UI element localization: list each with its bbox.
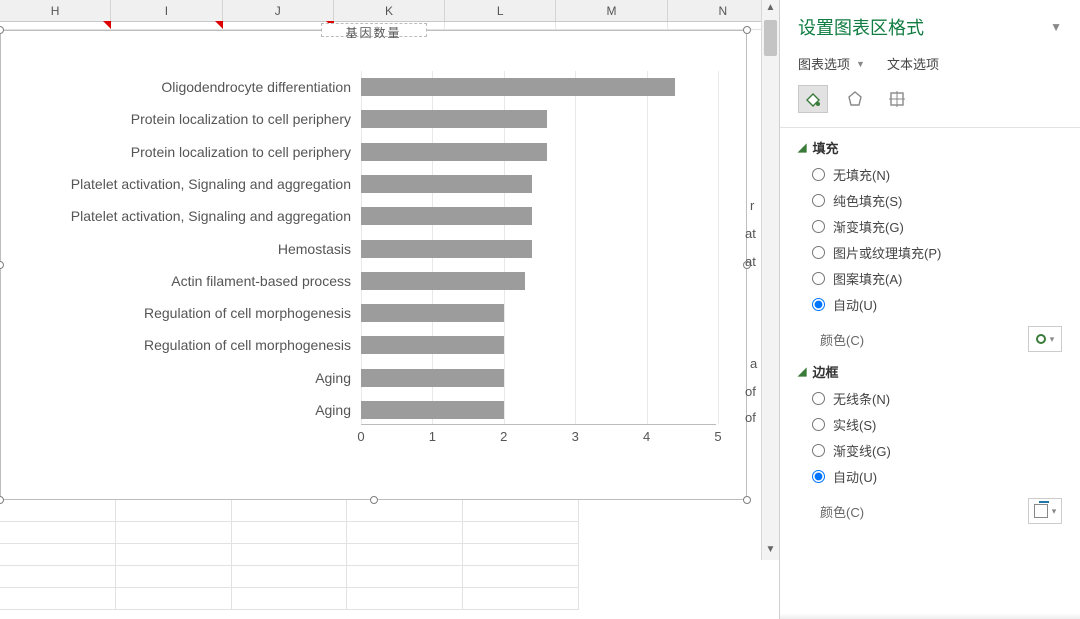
size-properties-tab-icon[interactable] [882, 85, 912, 113]
scroll-down-button[interactable]: ▼ [762, 542, 779, 560]
bar[interactable] [361, 175, 532, 193]
vertical-scrollbar[interactable]: ▲ ▼ [761, 0, 779, 560]
category-label: Hemostasis [17, 241, 357, 257]
border-options: 无线条(N) 实线(S) 渐变线(G) 自动(U) [812, 389, 1062, 486]
fill-options: 无填充(N) 纯色填充(S) 渐变填充(G) 图片或纹理填充(P) 图案填充(A… [812, 165, 1062, 314]
border-color-picker[interactable]: ▾ [1028, 498, 1062, 524]
section-label: 边框 [812, 362, 838, 381]
cell-text: a [750, 356, 757, 371]
fill-color-picker[interactable]: ▾ [1028, 326, 1062, 352]
category-label: Platelet activation, Signaling and aggre… [17, 176, 357, 192]
border-auto-radio[interactable]: 自动(U) [812, 467, 1062, 486]
tab-text-options[interactable]: 文本选项 [887, 54, 939, 73]
scroll-thumb[interactable] [764, 20, 777, 56]
resize-handle[interactable] [743, 26, 751, 34]
format-chart-area-pane: 设置图表区格式 ▼ 图表选项 ▼ 文本选项 ◢ [780, 0, 1080, 619]
column-header[interactable]: J [223, 0, 334, 21]
x-axis[interactable]: 012345 [361, 424, 716, 449]
fill-pattern-radio[interactable]: 图案填充(A) [812, 269, 1062, 288]
cell-text: r [750, 198, 754, 213]
category-label: Protein localization to cell periphery [17, 111, 357, 127]
tab-label: 文本选项 [887, 54, 939, 73]
border-color-label: 颜色(C) [820, 502, 864, 521]
chart-title[interactable]: 基因数量 [320, 23, 426, 37]
category-label: Aging [17, 402, 357, 418]
bar[interactable] [361, 110, 547, 128]
effects-tab-icon[interactable] [840, 85, 870, 113]
cell-text: at [745, 254, 756, 269]
section-label: 填充 [812, 138, 838, 157]
collapse-icon: ◢ [798, 141, 806, 154]
category-label: Actin filament-based process [17, 273, 357, 289]
column-header[interactable]: K [334, 0, 445, 21]
tab-label: 图表选项 [798, 54, 850, 73]
resize-handle[interactable] [0, 261, 4, 269]
cell-text: of [745, 410, 756, 425]
cell-text: at [745, 226, 756, 241]
category-label: Platelet activation, Signaling and aggre… [17, 208, 357, 224]
x-tick-label: 1 [429, 429, 436, 444]
category-label: Oligodendrocyte differentiation [17, 79, 357, 95]
resize-handle[interactable] [743, 496, 751, 504]
x-tick-label: 0 [357, 429, 364, 444]
fill-color-label: 颜色(C) [820, 330, 864, 349]
category-label: Aging [17, 370, 357, 386]
x-tick-label: 5 [714, 429, 721, 444]
bar[interactable] [361, 143, 547, 161]
bar[interactable] [361, 336, 504, 354]
pane-menu-button[interactable]: ▼ [1050, 20, 1062, 34]
fill-solid-radio[interactable]: 纯色填充(S) [812, 191, 1062, 210]
category-label: Regulation of cell morphogenesis [17, 337, 357, 353]
resize-handle[interactable] [0, 26, 4, 34]
border-gradient-radio[interactable]: 渐变线(G) [812, 441, 1062, 460]
tab-chart-options[interactable]: 图表选项 ▼ [798, 54, 865, 73]
pane-title: 设置图表区格式 [798, 14, 924, 40]
fill-picture-radio[interactable]: 图片或纹理填充(P) [812, 243, 1062, 262]
x-tick-label: 2 [500, 429, 507, 444]
column-header[interactable]: L [445, 0, 556, 21]
fill-section-header[interactable]: ◢ 填充 [798, 138, 1062, 157]
chart-plot-area[interactable]: 0 1 2 3 4 5 Oligodendrocyte differentiation Pr… [11, 71, 726, 449]
bar[interactable] [361, 369, 504, 387]
border-section-header[interactable]: ◢ 边框 [798, 362, 1062, 381]
bar[interactable] [361, 207, 532, 225]
category-label: Protein localization to cell periphery [17, 144, 357, 160]
column-headers[interactable]: HIJKLMN [0, 0, 779, 22]
x-tick-label: 4 [643, 429, 650, 444]
column-header[interactable]: M [556, 0, 667, 21]
bar[interactable] [361, 78, 675, 96]
fill-outline-tab-icon[interactable] [798, 85, 828, 113]
column-header[interactable]: I [111, 0, 222, 21]
scroll-up-button[interactable]: ▲ [762, 0, 779, 18]
fill-gradient-radio[interactable]: 渐变填充(G) [812, 217, 1062, 236]
bar[interactable] [361, 401, 504, 419]
category-label: Regulation of cell morphogenesis [17, 305, 357, 321]
chart-object[interactable]: 基因数量 012345 Oligodendrocyte differentiat… [0, 30, 747, 500]
fill-none-radio[interactable]: 无填充(N) [812, 165, 1062, 184]
fill-auto-radio[interactable]: 自动(U) [812, 295, 1062, 314]
x-tick-label: 3 [572, 429, 579, 444]
bar[interactable] [361, 240, 532, 258]
column-header[interactable]: H [0, 0, 111, 21]
bar[interactable] [361, 272, 525, 290]
dropdown-icon: ▼ [856, 59, 865, 69]
sheet-grid[interactable] [0, 500, 579, 619]
border-solid-radio[interactable]: 实线(S) [812, 415, 1062, 434]
bar[interactable] [361, 304, 504, 322]
collapse-icon: ◢ [798, 365, 806, 378]
border-none-radio[interactable]: 无线条(N) [812, 389, 1062, 408]
cell-text: of [745, 384, 756, 399]
